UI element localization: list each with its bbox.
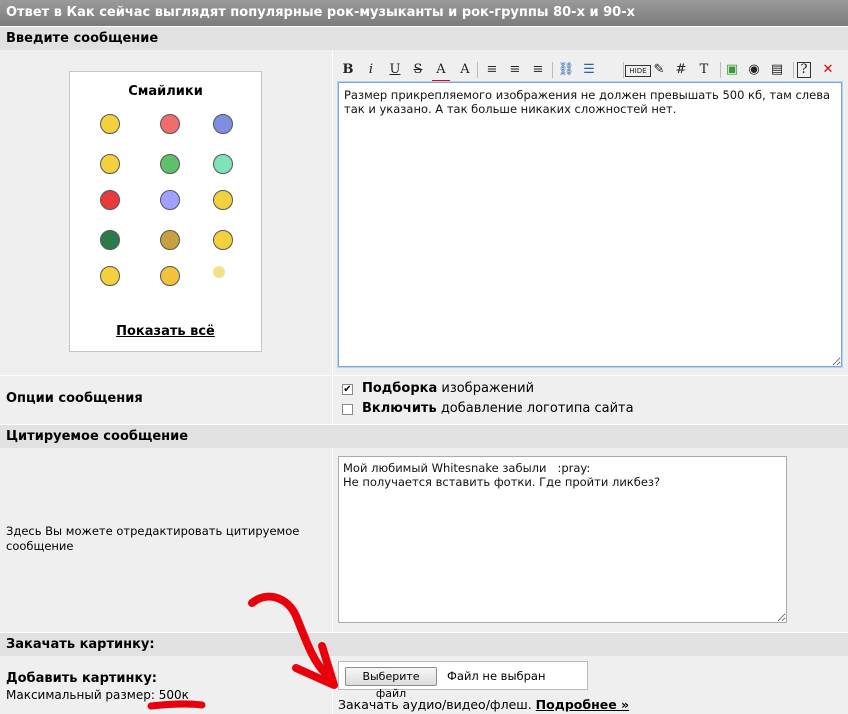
red-underline	[147, 700, 206, 710]
annotation-layer	[147, 592, 338, 710]
red-arrow-shaft	[248, 592, 330, 678]
